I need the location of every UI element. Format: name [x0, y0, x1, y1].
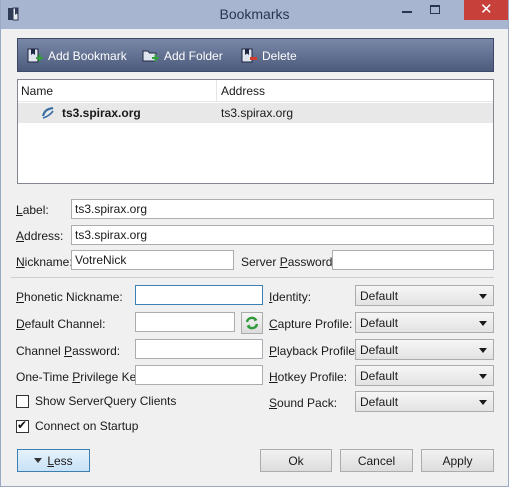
title-bar[interactable]: Bookmarks ✕ [1, 0, 508, 29]
close-button[interactable]: ✕ [464, 0, 508, 20]
minimize-button[interactable] [393, 0, 421, 20]
tree-header: Name Address [18, 80, 493, 102]
delete-label: Delete [262, 49, 297, 63]
nickname-caption: Nickname: [16, 255, 73, 269]
teamspeak-server-icon [41, 106, 54, 119]
collapse-arrow-icon [34, 458, 43, 463]
add-folder-icon [142, 50, 159, 62]
default-channel-input[interactable] [135, 312, 235, 332]
bookmark-tree[interactable]: Name Address ts3.spirax.org ts3.spirax.o… [17, 79, 494, 184]
hotkey-profile-select[interactable]: Default [355, 365, 494, 386]
add-bookmark-icon [27, 48, 43, 63]
less-button[interactable]: Less [17, 449, 90, 472]
add-folder-button[interactable]: Add Folder [142, 39, 223, 73]
separator [11, 277, 494, 278]
minimize-icon [402, 11, 412, 13]
chevron-down-icon [479, 294, 487, 299]
close-icon: ✕ [480, 1, 493, 18]
default-channel-caption: Default Channel: [16, 317, 106, 331]
playback-profile-caption: Playback Profile: [269, 344, 359, 358]
hotkey-profile-caption: Hotkey Profile: [269, 370, 348, 384]
playback-profile-value: Default [360, 343, 399, 357]
address-input[interactable] [71, 225, 494, 245]
show-serverquery-checkbox[interactable]: Show ServerQuery Clients [16, 394, 176, 408]
identity-select[interactable]: Default [355, 285, 494, 306]
phonetic-nickname-caption: Phonetic Nickname: [16, 290, 123, 304]
checkbox-box-checked[interactable] [16, 418, 29, 433]
delete-bookmark-icon [241, 48, 257, 63]
column-header-address[interactable]: Address [221, 84, 265, 98]
column-header-name[interactable]: Name [21, 84, 53, 98]
apply-button[interactable]: Apply [421, 449, 494, 472]
chevron-down-icon [479, 348, 487, 353]
server-password-caption: Server Password: [241, 255, 336, 269]
sound-pack-select[interactable]: Default [355, 391, 494, 412]
bookmarks-dialog: Bookmarks ✕ Add Bookmark Add Folder Dele… [0, 0, 509, 487]
refresh-channels-button[interactable] [241, 312, 263, 334]
address-caption: Address: [16, 229, 64, 243]
refresh-icon [245, 316, 259, 330]
chevron-down-icon [479, 400, 487, 405]
checkbox-box[interactable] [16, 394, 29, 408]
chevron-down-icon [479, 374, 487, 379]
column-divider[interactable] [216, 80, 217, 102]
show-serverquery-label: Show ServerQuery Clients [35, 394, 177, 408]
channel-password-caption: Channel Password: [16, 344, 121, 358]
add-folder-label: Add Folder [164, 49, 223, 63]
hotkey-profile-value: Default [360, 369, 399, 383]
identity-value: Default [360, 289, 399, 303]
cancel-button[interactable]: Cancel [340, 449, 413, 472]
maximize-icon [430, 5, 440, 14]
sound-pack-value: Default [360, 395, 399, 409]
label-caption: Label: [16, 203, 49, 217]
playback-profile-select[interactable]: Default [355, 339, 494, 360]
connect-on-startup-checkbox[interactable]: Connect on Startup [16, 418, 139, 433]
capture-profile-caption: Capture Profile: [269, 317, 353, 331]
sound-pack-caption: Sound Pack: [269, 396, 338, 410]
chevron-down-icon [479, 321, 487, 326]
bookmark-address: ts3.spirax.org [221, 106, 294, 120]
delete-button[interactable]: Delete [240, 39, 297, 73]
capture-profile-value: Default [360, 316, 399, 330]
connect-on-startup-label: Connect on Startup [35, 419, 139, 433]
ok-button[interactable]: Ok [260, 449, 332, 472]
add-bookmark-label: Add Bookmark [48, 49, 127, 63]
nickname-input[interactable] [71, 250, 234, 270]
bookmark-name: ts3.spirax.org [62, 106, 141, 120]
one-time-key-input[interactable] [135, 365, 263, 385]
identity-caption: Identity: [269, 290, 312, 304]
phonetic-nickname-input[interactable] [135, 285, 263, 305]
server-password-input[interactable] [332, 250, 494, 270]
bookmarks-toolbar: Add Bookmark Add Folder Delete [17, 38, 494, 72]
one-time-key-caption: One-Time Privilege Key: [16, 370, 146, 384]
label-input[interactable] [71, 199, 494, 219]
tree-row[interactable]: ts3.spirax.org ts3.spirax.org [18, 103, 493, 123]
maximize-button[interactable] [422, 0, 448, 20]
capture-profile-select[interactable]: Default [355, 312, 494, 333]
add-bookmark-button[interactable]: Add Bookmark [26, 39, 127, 73]
channel-password-input[interactable] [135, 339, 263, 359]
less-label: Less [47, 453, 73, 468]
